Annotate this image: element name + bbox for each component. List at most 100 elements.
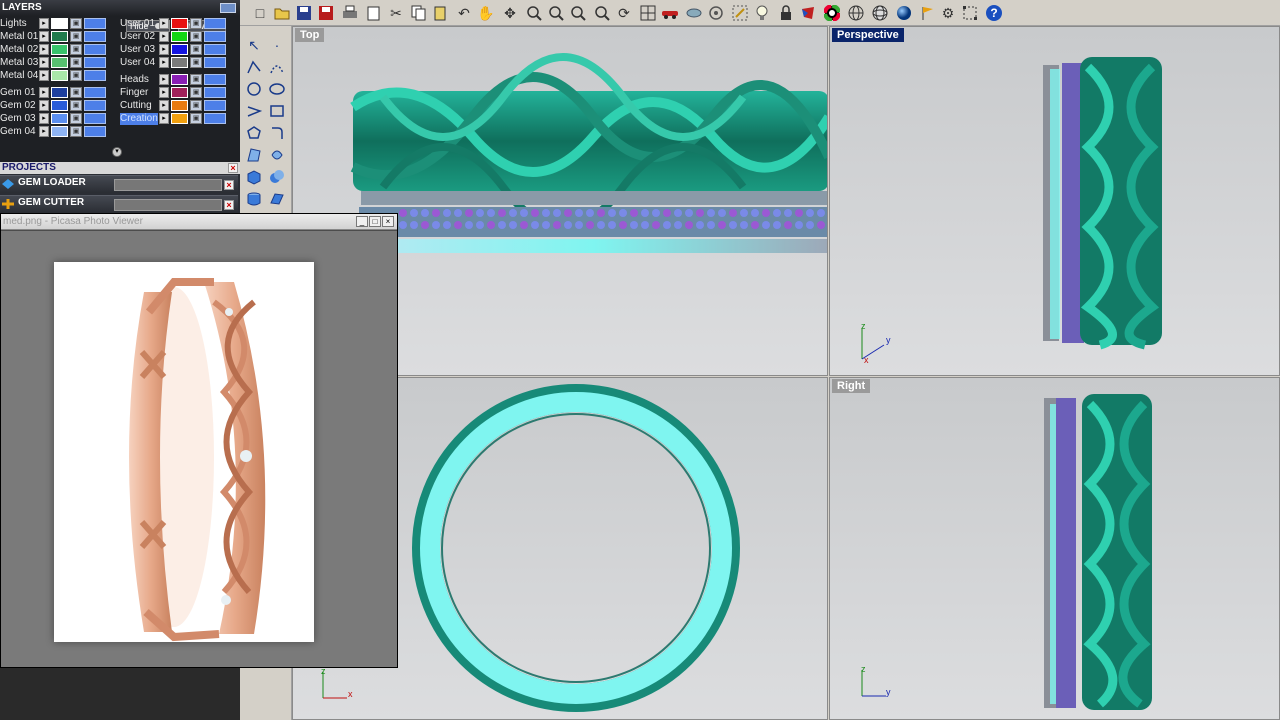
move-icon[interactable]: ✥ [500, 3, 520, 23]
layer-color-swatch[interactable] [171, 31, 188, 42]
save-icon[interactable] [294, 3, 314, 23]
layer-lock-icon[interactable]: ▣ [190, 113, 202, 124]
layer-color-swatch[interactable] [51, 100, 68, 111]
plane-icon[interactable] [266, 188, 288, 210]
layer-expand-icon[interactable]: ▸ [159, 44, 169, 55]
layer-lock-icon[interactable]: ▣ [190, 18, 202, 29]
layer-row[interactable]: Lights ▸ ▣ [0, 18, 108, 30]
layer-color-swatch[interactable] [51, 44, 68, 55]
polyline-icon[interactable] [243, 56, 265, 78]
layer-row[interactable]: Metal 04 ▸ ▣ [0, 70, 108, 82]
layer-name[interactable]: Lights [0, 18, 38, 30]
sphere-blue-icon[interactable] [894, 3, 914, 23]
layer-expand-icon[interactable]: ▸ [39, 113, 49, 124]
layer-lock-icon[interactable]: ▣ [190, 57, 202, 68]
layer-row[interactable]: Metal 01 ▸ ▣ [0, 31, 108, 43]
surface-icon[interactable] [243, 144, 265, 166]
layer-lock-icon[interactable]: ▣ [190, 31, 202, 42]
layer-name[interactable]: Metal 04 [0, 70, 38, 82]
layer-expand-icon[interactable]: ▸ [159, 74, 169, 85]
layer-row[interactable]: User 02 ▸ ▣ [120, 31, 228, 43]
layer-visibility-toggle[interactable] [204, 57, 226, 68]
open-icon[interactable] [272, 3, 292, 23]
curve-points-icon[interactable] [266, 56, 288, 78]
export-icon[interactable] [364, 3, 384, 23]
box-icon[interactable] [243, 166, 265, 188]
layer-visibility-toggle[interactable] [84, 18, 106, 29]
flag-icon[interactable] [918, 3, 938, 23]
material-icon[interactable] [798, 3, 818, 23]
undo-icon[interactable]: ↶ [454, 3, 474, 23]
layer-row[interactable]: Gem 04 ▸ ▣ [0, 126, 108, 138]
layer-expand-icon[interactable]: ▸ [39, 18, 49, 29]
layer-name[interactable]: Metal 01 [0, 31, 38, 43]
layer-visibility-toggle[interactable] [84, 44, 106, 55]
layer-name[interactable]: User 02 [120, 31, 158, 43]
layer-lock-icon[interactable]: ▣ [70, 70, 82, 81]
close-icon[interactable]: × [224, 200, 234, 210]
gear-icon[interactable]: ⚙ [938, 3, 958, 23]
layer-expand-icon[interactable]: ▸ [39, 57, 49, 68]
layer-visibility-toggle[interactable] [204, 44, 226, 55]
fillet-icon[interactable] [266, 122, 288, 144]
viewport-right[interactable]: Right z y [829, 377, 1280, 720]
layer-color-swatch[interactable] [51, 70, 68, 81]
layer-lock-icon[interactable]: ▣ [70, 18, 82, 29]
layer-expand-icon[interactable]: ▸ [159, 87, 169, 98]
sphere-grid-icon[interactable] [870, 3, 890, 23]
layer-lock-icon[interactable]: ▣ [70, 57, 82, 68]
layer-visibility-toggle[interactable] [204, 113, 226, 124]
layer-name[interactable]: Metal 03 [0, 57, 38, 69]
layer-visibility-toggle[interactable] [204, 74, 226, 85]
layer-visibility-toggle[interactable] [84, 31, 106, 42]
layer-name[interactable]: Gem 04 [0, 126, 38, 138]
layer-expand-icon[interactable]: ▸ [159, 100, 169, 111]
layer-lock-icon[interactable]: ▣ [70, 126, 82, 137]
layer-name[interactable]: Metal 02 [0, 44, 38, 56]
rectangle-icon[interactable] [266, 100, 288, 122]
window-titlebar[interactable]: med.png - Picasa Photo Viewer _ □ × [1, 214, 397, 230]
layer-lock-icon[interactable]: ▣ [190, 87, 202, 98]
close-icon[interactable]: × [224, 180, 234, 190]
layer-row[interactable]: Gem 01 ▸ ▣ [0, 87, 108, 99]
layer-name[interactable]: Gem 03 [0, 113, 38, 125]
layer-color-swatch[interactable] [171, 57, 188, 68]
layer-lock-icon[interactable]: ▣ [70, 31, 82, 42]
revolve-icon[interactable] [266, 144, 288, 166]
close-icon[interactable]: × [228, 163, 238, 173]
layer-expand-icon[interactable]: ▸ [159, 57, 169, 68]
layer-row[interactable]: Gem 03 ▸ ▣ [0, 113, 108, 125]
save-red-icon[interactable] [316, 3, 336, 23]
pan-hand-icon[interactable]: ✋ [476, 3, 496, 23]
ellipse-icon[interactable] [266, 78, 288, 100]
layer-visibility-toggle[interactable] [204, 18, 226, 29]
layer-expand-icon[interactable]: ▸ [159, 113, 169, 124]
zoom-selected-icon[interactable] [592, 3, 612, 23]
layer-row[interactable]: User 01 ▸ ▣ [120, 18, 228, 30]
layer-row[interactable]: User 04 ▸ ▣ [120, 57, 228, 69]
layer-lock-icon[interactable]: ▣ [70, 44, 82, 55]
expand-panel-icon[interactable]: ▾ [112, 147, 122, 157]
layer-expand-icon[interactable]: ▸ [39, 100, 49, 111]
layer-color-swatch[interactable] [171, 74, 188, 85]
cylinder-icon[interactable] [243, 188, 265, 210]
close-icon[interactable]: × [382, 216, 394, 227]
viewport-perspective[interactable]: Perspective z y x [829, 26, 1280, 376]
layer-color-swatch[interactable] [51, 31, 68, 42]
layer-color-swatch[interactable] [171, 18, 188, 29]
help-icon[interactable]: ? [984, 3, 1004, 23]
layer-lock-icon[interactable]: ▣ [190, 74, 202, 85]
layer-lock-icon[interactable]: ▣ [70, 113, 82, 124]
zoom-extents-icon[interactable] [568, 3, 588, 23]
layer-color-swatch[interactable] [171, 113, 188, 124]
layer-color-swatch[interactable] [51, 126, 68, 137]
dimension-icon[interactable] [960, 3, 980, 23]
layer-visibility-toggle[interactable] [84, 57, 106, 68]
project-item-gem-cutter[interactable]: GEM CUTTER × [0, 195, 238, 213]
layer-visibility-toggle[interactable] [204, 31, 226, 42]
car-icon[interactable] [660, 3, 680, 23]
layer-visibility-toggle[interactable] [84, 113, 106, 124]
lock-icon[interactable] [776, 3, 796, 23]
color-wheel-icon[interactable] [822, 3, 842, 23]
minimize-icon[interactable]: _ [356, 216, 368, 227]
